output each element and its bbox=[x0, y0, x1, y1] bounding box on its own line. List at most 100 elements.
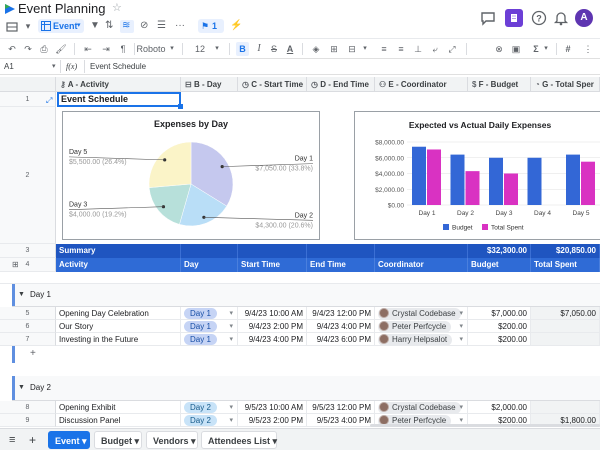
cell-day[interactable]: Day 2 ▾ bbox=[181, 414, 238, 427]
cell-spent[interactable]: $7,050.00 bbox=[531, 307, 600, 320]
cell-start[interactable]: 9/4/23 10:00 AM bbox=[238, 307, 307, 320]
row-height-icon[interactable]: ☰ bbox=[157, 19, 166, 33]
cell-end[interactable]: 9/5/23 12:00 PM bbox=[307, 401, 375, 414]
hide-icon[interactable]: ⊘ bbox=[140, 19, 148, 33]
cell-budget[interactable]: $2,000.00 bbox=[468, 401, 531, 414]
expand-row-icon[interactable]: ⤢ bbox=[46, 96, 52, 106]
star-icon[interactable]: ☆ bbox=[112, 1, 122, 14]
align-center-icon[interactable]: ≡ bbox=[395, 42, 407, 56]
notifications-bell-icon[interactable] bbox=[553, 10, 569, 26]
column-header-g[interactable]: ◔ G - Total Sper bbox=[531, 77, 600, 92]
row-header-2[interactable]: 2 bbox=[0, 107, 56, 244]
cell-spent[interactable] bbox=[531, 333, 600, 346]
cell-activity[interactable]: Opening Day Celebration bbox=[56, 307, 181, 320]
summary-empty[interactable] bbox=[238, 244, 307, 258]
chevron-down-icon[interactable]: ▾ bbox=[229, 401, 233, 413]
column-header-d[interactable]: ◷ D - End Time bbox=[307, 77, 375, 92]
header-end-time[interactable]: End Time bbox=[307, 258, 375, 272]
chevron-down-icon[interactable]: ▾ bbox=[229, 307, 233, 319]
merge-cells-icon[interactable]: ⊟ bbox=[346, 42, 358, 56]
sort-icon[interactable]: ⇅ bbox=[105, 19, 113, 33]
cell-start[interactable]: 9/5/23 10:00 AM bbox=[238, 401, 307, 414]
cell-activity[interactable]: Investing in the Future bbox=[56, 333, 181, 346]
chevron-down-icon[interactable]: ▾ bbox=[229, 414, 233, 426]
column-header-e[interactable]: ⚇ E - Coordinator bbox=[375, 77, 468, 92]
insert-image-icon[interactable]: ▣ bbox=[510, 42, 522, 56]
paint-format-icon[interactable]: 🖌 bbox=[55, 42, 67, 56]
valign-icon[interactable]: ⊥ bbox=[412, 42, 424, 56]
add-sheet-icon[interactable]: + bbox=[29, 432, 36, 448]
column-header-a[interactable]: ⚷ A - Activity bbox=[56, 77, 181, 92]
cell-end[interactable]: 9/4/23 12:00 PM bbox=[307, 307, 375, 320]
italic-button[interactable]: I bbox=[253, 42, 265, 56]
bar-chart[interactable]: Expected vs Actual Daily Expenses $0.00 $… bbox=[354, 111, 600, 240]
cell-spent[interactable] bbox=[531, 401, 600, 414]
automation-bolt-icon[interactable]: ⚡ bbox=[230, 19, 242, 33]
all-sheets-menu-icon[interactable]: ≡ bbox=[9, 432, 15, 448]
app-logo-icon[interactable] bbox=[4, 3, 16, 15]
chevron-down-icon[interactable]: ▾ bbox=[229, 320, 233, 332]
align-left-icon[interactable]: ≡ bbox=[378, 42, 390, 56]
filter-icon[interactable]: ▼ bbox=[90, 19, 100, 33]
fill-color-icon[interactable]: ◈ bbox=[310, 42, 322, 56]
indent-left-icon[interactable]: ⇤ bbox=[82, 42, 94, 56]
cell-budget[interactable]: $200.00 bbox=[468, 333, 531, 346]
group-header-day-2[interactable] bbox=[12, 376, 600, 400]
horizontal-scrollbar[interactable] bbox=[370, 424, 600, 427]
header-day[interactable]: Day bbox=[181, 258, 238, 272]
cell-end[interactable]: 9/5/23 4:00 PM bbox=[307, 414, 375, 427]
column-header-f[interactable]: $ F - Budget bbox=[468, 77, 531, 92]
font-size-selector[interactable]: 12 bbox=[190, 42, 210, 56]
functions-icon[interactable]: Σ bbox=[530, 42, 542, 56]
cell-reference[interactable]: A1 bbox=[4, 61, 14, 73]
column-header-c[interactable]: ◷ C - Start Time bbox=[238, 77, 307, 92]
chevron-down-icon[interactable]: ▾ bbox=[168, 42, 176, 56]
cell-end[interactable]: 9/4/23 4:00 PM bbox=[307, 320, 375, 333]
sheet-tab-attendees-list[interactable]: Attendees List ▾ bbox=[201, 431, 277, 449]
sheet-tab-event[interactable]: Event ▾ bbox=[48, 431, 90, 449]
indent-right-icon[interactable]: ⇥ bbox=[100, 42, 112, 56]
cell-coordinator[interactable]: Crystal Codebase ▾ bbox=[375, 307, 468, 320]
cell-coordinator[interactable]: Crystal Codebase ▾ bbox=[375, 401, 468, 414]
summary-empty[interactable] bbox=[181, 244, 238, 258]
header-activity[interactable]: Activity bbox=[56, 258, 181, 272]
strikethrough-button[interactable]: S bbox=[268, 42, 280, 56]
cell-activity[interactable]: Our Story bbox=[56, 320, 181, 333]
row-header-3[interactable]: 3 bbox=[0, 244, 56, 258]
cell-start[interactable]: 9/4/23 4:00 PM bbox=[238, 333, 307, 346]
sheet-tab-budget[interactable]: Budget ▾ bbox=[94, 431, 142, 449]
row-header[interactable]: 5 bbox=[0, 307, 56, 320]
cell-spent[interactable] bbox=[531, 320, 600, 333]
summary-empty[interactable] bbox=[375, 244, 468, 258]
row-header-4[interactable]: ⊞ 4 bbox=[0, 258, 56, 272]
header-total-spent[interactable]: Total Spent bbox=[531, 258, 600, 272]
summary-budget[interactable]: $32,300.00 bbox=[468, 244, 531, 258]
chevron-down-icon[interactable]: ▾ bbox=[459, 401, 463, 413]
summary-total-spent[interactable]: $20,850.00 bbox=[531, 244, 600, 258]
help-icon[interactable]: ? bbox=[531, 10, 547, 26]
summary-empty[interactable] bbox=[307, 244, 375, 258]
more-options-icon[interactable]: ··· bbox=[175, 19, 185, 33]
chevron-down-icon[interactable]: ▾ bbox=[52, 61, 56, 73]
formula-input[interactable]: Event Schedule bbox=[90, 61, 146, 73]
cell-activity[interactable]: Opening Exhibit bbox=[56, 401, 181, 414]
cell-coordinator[interactable]: Harry Helpsalot ▾ bbox=[375, 333, 468, 346]
text-color-button[interactable]: A bbox=[284, 42, 296, 56]
wrap-text-icon[interactable]: ⤶ bbox=[429, 42, 441, 56]
cell-start[interactable]: 9/5/23 2:00 PM bbox=[238, 414, 307, 427]
undo-grid-icon[interactable] bbox=[6, 21, 18, 33]
header-start-time[interactable]: Start Time bbox=[238, 258, 307, 272]
number-format-icon[interactable]: # bbox=[562, 42, 574, 56]
column-header-b[interactable]: ⊟ B - Day bbox=[181, 77, 238, 92]
row-header[interactable]: 8 bbox=[0, 401, 56, 414]
collapse-group-icon[interactable]: ▼ bbox=[18, 384, 25, 391]
chevron-down-icon[interactable]: ▾ bbox=[542, 42, 550, 56]
collapse-group-icon[interactable]: ▼ bbox=[18, 291, 25, 298]
undo-icon[interactable]: ↶ bbox=[6, 42, 18, 56]
cell-budget[interactable]: $7,000.00 bbox=[468, 307, 531, 320]
bold-button[interactable]: B bbox=[236, 42, 249, 56]
borders-icon[interactable]: ⊞ bbox=[328, 42, 340, 56]
text-format-icon[interactable]: ¶ bbox=[117, 42, 129, 56]
redo-icon[interactable]: ↷ bbox=[22, 42, 34, 56]
chevron-down-icon[interactable]: ▾ bbox=[459, 307, 463, 319]
